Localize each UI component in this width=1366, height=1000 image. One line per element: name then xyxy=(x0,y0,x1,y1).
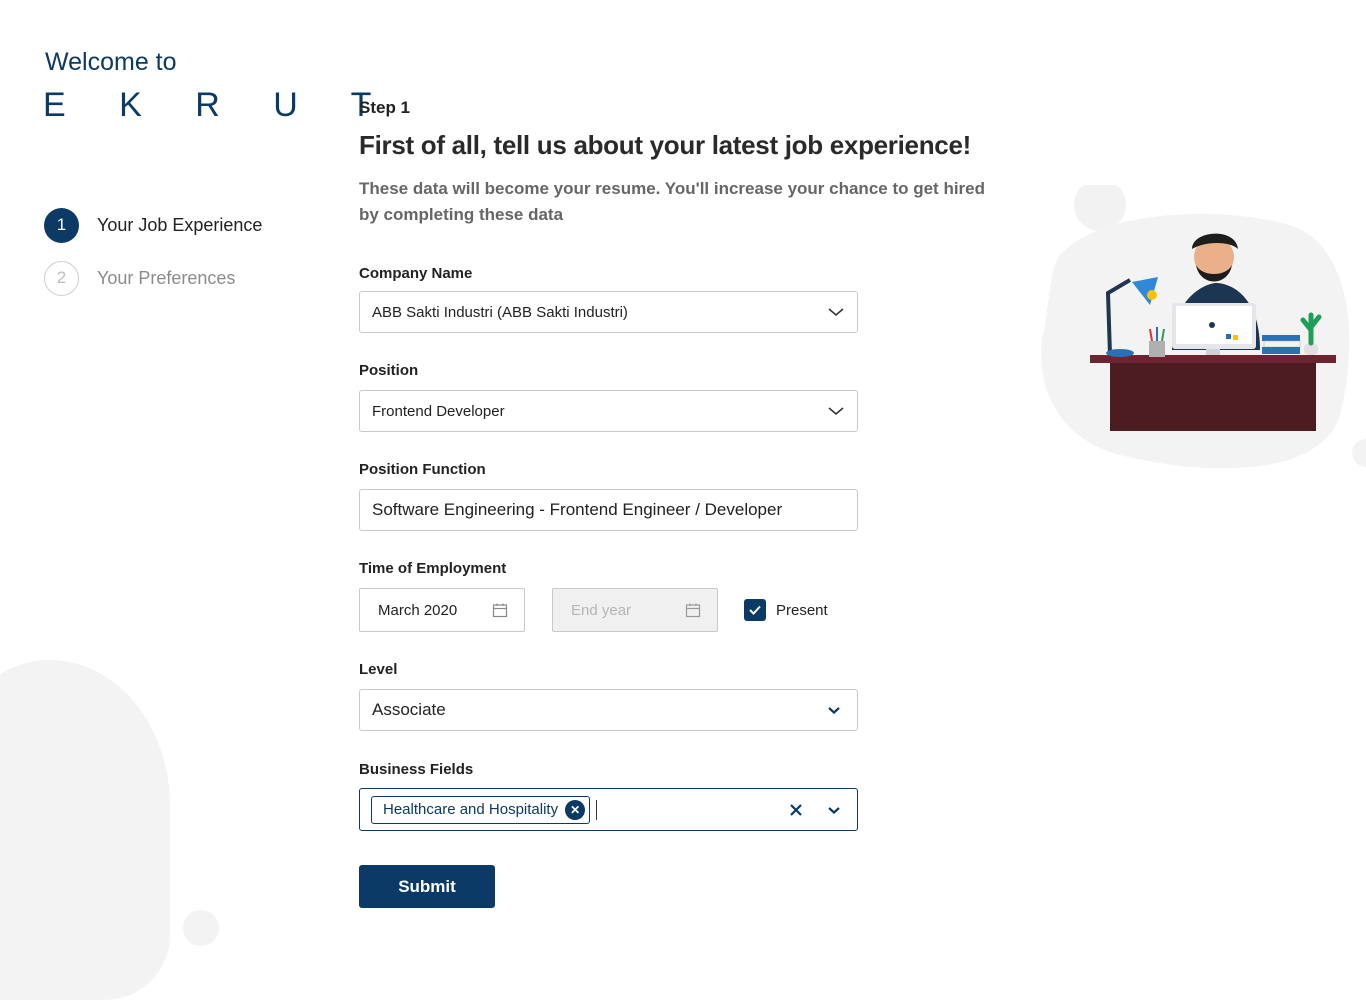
present-label: Present xyxy=(776,601,828,619)
step-label: Your Preferences xyxy=(97,267,236,288)
chevron-down-icon[interactable] xyxy=(825,801,843,819)
position-value: Frontend Developer xyxy=(372,402,505,420)
page-subtitle: These data will become your resume. You'… xyxy=(359,179,986,224)
business-fields-multiselect[interactable]: Healthcare and Hospitality ✕ xyxy=(359,788,858,831)
level-value: Associate xyxy=(372,700,446,719)
step-list: 1 Your Job Experience 2 Your Preferences xyxy=(44,207,262,313)
business-fields-label: Business Fields xyxy=(359,761,474,778)
clear-all-icon[interactable] xyxy=(789,803,803,817)
chevron-down-icon xyxy=(828,407,844,416)
start-date-value: March 2020 xyxy=(378,601,458,619)
position-function-field[interactable]: Software Engineering - Frontend Engineer… xyxy=(359,489,858,531)
checkmark-icon xyxy=(749,605,761,615)
ekrut-logo: E K R U T xyxy=(43,86,394,124)
tag-label: Healthcare and Hospitality xyxy=(383,801,559,818)
text-cursor xyxy=(596,799,598,820)
welcome-text: Welcome to xyxy=(45,48,177,76)
calendar-icon xyxy=(685,603,701,618)
step-label: Your Job Experience xyxy=(97,214,263,235)
business-field-tag: Healthcare and Hospitality ✕ xyxy=(371,795,591,824)
chevron-down-icon xyxy=(828,707,840,714)
company-name-select[interactable]: ABB Sakti Industri (ABB Sakti Industri) xyxy=(359,291,858,333)
position-function-value: Software Engineering - Frontend Engineer… xyxy=(372,500,783,519)
employment-label: Time of Employment xyxy=(359,560,507,577)
desk-illustration xyxy=(1041,185,1366,469)
chevron-down-icon xyxy=(828,308,844,317)
step-job-experience[interactable]: 1 Your Job Experience xyxy=(44,207,262,243)
end-date-picker[interactable]: End year xyxy=(552,588,718,632)
page-title: First of all, tell us about your latest … xyxy=(359,130,971,160)
decorative-blob xyxy=(0,660,170,1000)
step-number: 1 xyxy=(44,207,79,243)
step-number: 2 xyxy=(44,260,79,296)
present-checkbox[interactable] xyxy=(744,599,766,621)
form-header: Step 1 First of all, tell us about your … xyxy=(359,98,1039,228)
remove-tag-icon[interactable]: ✕ xyxy=(565,799,586,820)
position-function-label: Position Function xyxy=(359,461,486,478)
submit-button[interactable]: Submit xyxy=(359,865,495,908)
present-checkbox-row[interactable]: Present xyxy=(744,599,828,621)
position-label: Position xyxy=(359,362,419,379)
position-select[interactable]: Frontend Developer xyxy=(359,390,858,432)
level-select[interactable]: Associate xyxy=(359,689,858,731)
step-preferences[interactable]: 2 Your Preferences xyxy=(44,260,262,296)
level-label: Level xyxy=(359,661,398,678)
step-caption: Step 1 xyxy=(359,98,411,117)
company-name-label: Company Name xyxy=(359,265,473,282)
calendar-icon xyxy=(492,603,508,618)
start-date-picker[interactable]: March 2020 xyxy=(359,588,525,632)
company-name-value: ABB Sakti Industri (ABB Sakti Industri) xyxy=(372,303,628,321)
decorative-dot xyxy=(183,910,219,946)
end-date-placeholder: End year xyxy=(571,601,632,619)
